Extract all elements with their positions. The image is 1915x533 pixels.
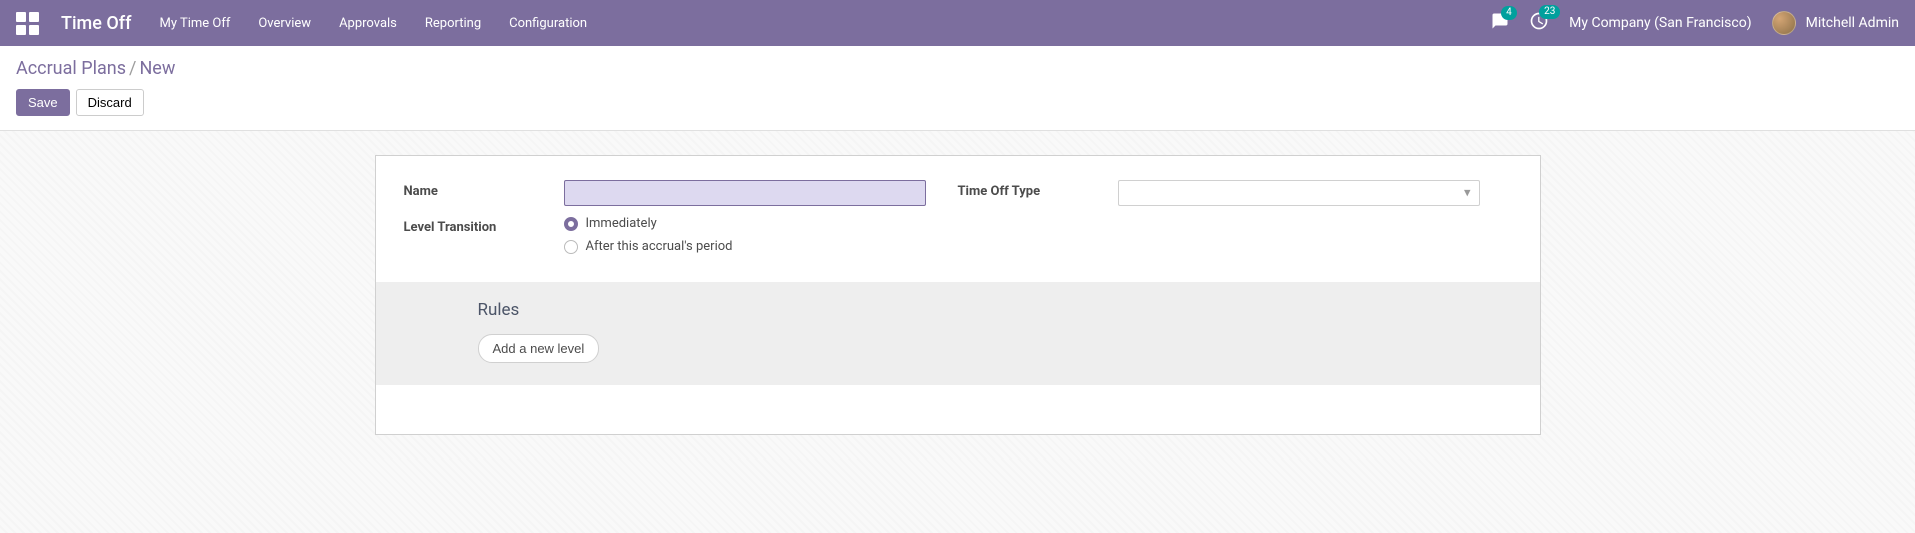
- nav-menu: My Time Off Overview Approvals Reporting…: [159, 16, 587, 31]
- discard-button[interactable]: Discard: [76, 89, 144, 116]
- radio-immediately-label: Immediately: [586, 216, 657, 231]
- sheet-footer-space: [376, 385, 1540, 409]
- radio-unchecked-icon: [564, 240, 578, 254]
- nav-reporting[interactable]: Reporting: [425, 16, 481, 31]
- nav-approvals[interactable]: Approvals: [339, 16, 397, 31]
- top-navbar: Time Off My Time Off Overview Approvals …: [0, 0, 1915, 46]
- radio-after-period-label: After this accrual's period: [586, 239, 733, 254]
- form-col-type: Time Off Type ▾: [958, 180, 1512, 206]
- control-panel: Accrual Plans/New Save Discard: [0, 46, 1915, 131]
- rules-title: Rules: [478, 300, 1512, 320]
- messages-button[interactable]: 4: [1491, 12, 1509, 34]
- type-label: Time Off Type: [958, 180, 1118, 206]
- app-title[interactable]: Time Off: [61, 13, 131, 34]
- breadcrumb: Accrual Plans/New: [16, 58, 1899, 79]
- radio-after-period[interactable]: After this accrual's period: [564, 239, 926, 254]
- add-level-button[interactable]: Add a new level: [478, 334, 600, 363]
- chevron-down-icon: ▾: [1464, 186, 1471, 201]
- form-row-1: Name Time Off Type ▾: [404, 180, 1512, 206]
- nav-configuration[interactable]: Configuration: [509, 16, 587, 31]
- breadcrumb-separator: /: [129, 58, 136, 79]
- apps-icon[interactable]: [16, 12, 39, 35]
- activities-badge: 23: [1539, 5, 1560, 19]
- breadcrumb-parent[interactable]: Accrual Plans: [16, 58, 126, 79]
- form-col-transition: Level Transition Immediately After this …: [404, 216, 958, 254]
- user-name: Mitchell Admin: [1806, 15, 1899, 31]
- nav-my-time-off[interactable]: My Time Off: [159, 16, 230, 31]
- nav-overview[interactable]: Overview: [258, 16, 311, 31]
- name-label: Name: [404, 180, 564, 206]
- form-row-2: Level Transition Immediately After this …: [404, 216, 1512, 254]
- type-field-wrap: ▾: [1118, 180, 1512, 206]
- company-switcher[interactable]: My Company (San Francisco): [1569, 15, 1751, 31]
- breadcrumb-current: New: [139, 58, 175, 79]
- save-button[interactable]: Save: [16, 89, 70, 116]
- transition-field-wrap: Immediately After this accrual's period: [564, 216, 958, 254]
- activities-button[interactable]: 23: [1529, 11, 1549, 35]
- radio-immediately[interactable]: Immediately: [564, 216, 926, 231]
- form-upper: Name Time Off Type ▾: [376, 156, 1540, 282]
- transition-label: Level Transition: [404, 216, 564, 254]
- time-off-type-select[interactable]: ▾: [1118, 180, 1480, 206]
- user-menu[interactable]: Mitchell Admin: [1772, 11, 1899, 35]
- rules-inner: Rules Add a new level: [404, 300, 1512, 363]
- form-sheet-bg: Name Time Off Type ▾: [0, 131, 1915, 459]
- form-col-name: Name: [404, 180, 958, 206]
- avatar: [1772, 11, 1796, 35]
- control-buttons: Save Discard: [16, 89, 1899, 116]
- messages-badge: 4: [1501, 6, 1517, 20]
- name-field-wrap: [564, 180, 958, 206]
- form-sheet: Name Time Off Type ▾: [375, 155, 1541, 435]
- transition-radio-group: Immediately After this accrual's period: [564, 216, 926, 254]
- nav-left: Time Off My Time Off Overview Approvals …: [16, 12, 587, 35]
- radio-checked-icon: [564, 217, 578, 231]
- rules-section: Rules Add a new level: [376, 282, 1540, 385]
- name-input[interactable]: [564, 180, 926, 206]
- nav-right: 4 23 My Company (San Francisco) Mitchell…: [1491, 11, 1899, 35]
- form-col-empty: [958, 216, 1512, 254]
